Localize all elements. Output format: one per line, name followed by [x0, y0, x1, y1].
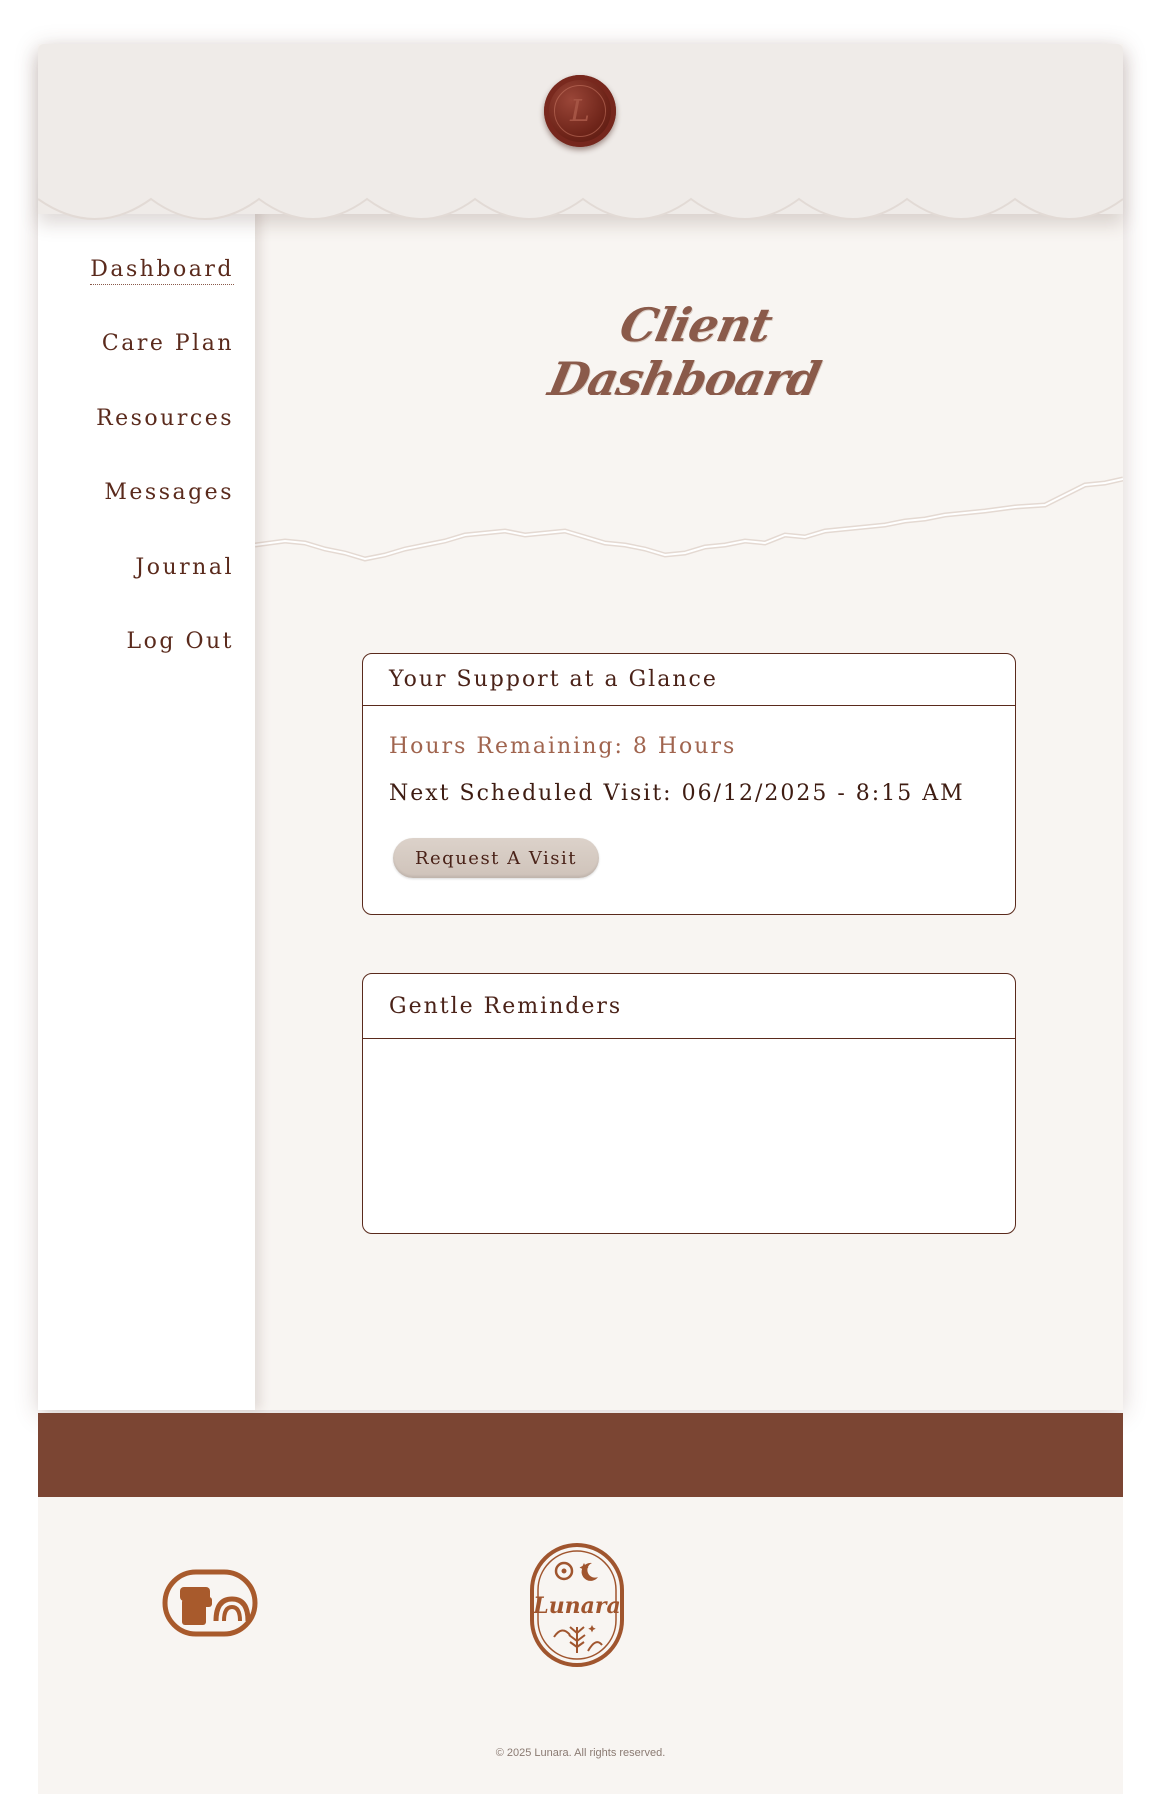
lunara-logo-text: Lunara — [532, 1593, 621, 1619]
hours-remaining: Hours Remaining: 8 Hours — [389, 734, 737, 759]
sidebar-item-care-plan[interactable]: Care Plan — [102, 331, 234, 356]
sidebar-item-messages[interactable]: Messages — [104, 480, 234, 505]
support-card-title: Your Support at a Glance — [363, 654, 1015, 706]
reminders-card: Gentle Reminders — [362, 973, 1016, 1234]
footer-band — [38, 1413, 1123, 1497]
sidebar-item-resources[interactable]: Resources — [96, 406, 234, 431]
sidebar-item-log-out[interactable]: Log Out — [127, 629, 234, 654]
copyright-text: © 2025 Lunara. All rights reserved. — [495, 1747, 666, 1759]
page-title: Client Dashboard — [543, 298, 825, 406]
wax-seal-logo: L — [544, 75, 616, 147]
seal-letter: L — [554, 85, 606, 137]
fist-rainbow-icon — [162, 1569, 258, 1637]
lunara-logo: Lunara — [530, 1543, 624, 1667]
scalloped-edge — [38, 169, 1123, 220]
sidebar-item-journal[interactable]: Journal — [135, 555, 234, 580]
request-visit-button[interactable]: Request A Visit — [393, 838, 599, 878]
page-footer: Lunara © 2025 Lunara. All rights reserve… — [38, 1497, 1123, 1794]
reminders-card-title: Gentle Reminders — [363, 974, 1015, 1039]
sidebar-item-dashboard[interactable]: Dashboard — [90, 257, 234, 285]
next-visit: Next Scheduled Visit: 06/12/2025 - 8:15 … — [389, 781, 965, 806]
support-card: Your Support at a Glance Hours Remaining… — [362, 653, 1016, 915]
torn-paper-divider — [255, 395, 1123, 562]
sidebar-nav: Dashboard Care Plan Resources Messages J… — [38, 180, 255, 1410]
